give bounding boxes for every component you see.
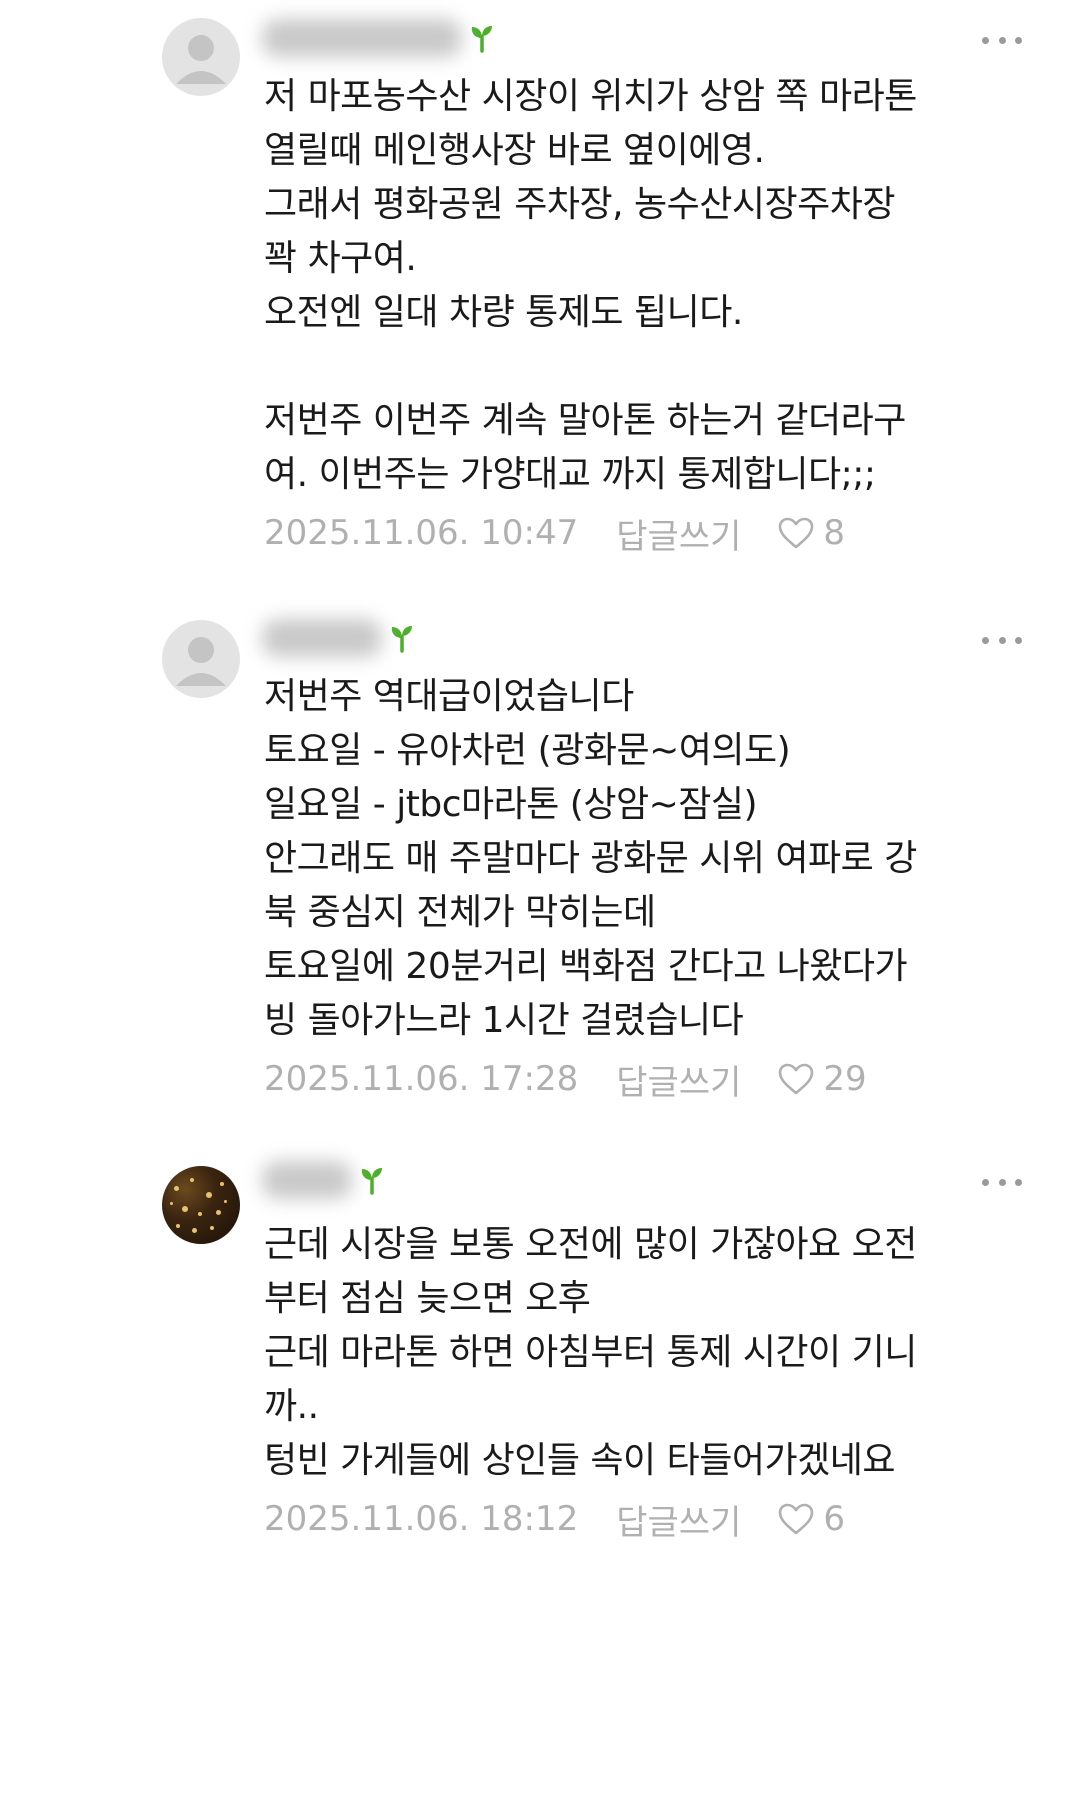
- heart-icon: [779, 517, 814, 549]
- like-count: 6: [823, 1499, 846, 1539]
- nickname-row: blurred-user-3: [262, 1158, 386, 1202]
- default-avatar-icon: [176, 637, 226, 686]
- reply-button[interactable]: 답글쓰기: [616, 1495, 741, 1544]
- avatar[interactable]: [162, 620, 240, 698]
- default-avatar-icon: [176, 35, 226, 84]
- comment-meta: 2025.11.06. 18:12 답글쓰기 6: [264, 1494, 845, 1544]
- comment-text: 저번주 역대급이었습니다 토요일 - 유아차런 (광화문~여의도) 일요일 - …: [264, 676, 917, 1041]
- comment-date: 2025.11.06. 17:28: [264, 1059, 579, 1099]
- comment-text: 저 마포농수산 시장이 위치가 상암 쪽 마라톤 열릴때 메인행사장 바로 옆이…: [264, 76, 917, 495]
- nickname[interactable]: blurred-user-3: [262, 1161, 352, 1199]
- comment-meta: 2025.11.06. 10:47 답글쓰기 8: [264, 508, 845, 558]
- avatar[interactable]: [162, 18, 240, 96]
- like-count: 8: [823, 513, 846, 553]
- like-button[interactable]: 6: [777, 1499, 845, 1539]
- nickname-row: blurred-user-1: [262, 16, 496, 60]
- more-options-icon[interactable]: [982, 1172, 1022, 1192]
- nickname[interactable]: blurred-user-1: [262, 19, 462, 57]
- photo-avatar[interactable]: [162, 1166, 240, 1244]
- comment-date: 2025.11.06. 10:47: [264, 513, 579, 553]
- nickname[interactable]: blurred-user-2: [262, 619, 382, 657]
- comment-text: 근데 시장을 보통 오전에 많이 가잖아요 오전 부터 점심 늦으면 오후 근데…: [264, 1224, 917, 1481]
- comment-date: 2025.11.06. 18:12: [264, 1499, 579, 1539]
- heart-icon: [779, 1503, 814, 1535]
- reply-button[interactable]: 답글쓰기: [616, 509, 741, 558]
- like-button[interactable]: 8: [777, 513, 845, 553]
- more-options-icon[interactable]: [982, 30, 1022, 50]
- comment-meta: 2025.11.06. 17:28 답글쓰기 29: [264, 1054, 867, 1104]
- like-count: 29: [823, 1059, 867, 1099]
- heart-icon: [779, 1063, 814, 1095]
- like-button[interactable]: 29: [777, 1059, 867, 1099]
- more-options-icon[interactable]: [982, 630, 1022, 650]
- reply-button[interactable]: 답글쓰기: [616, 1055, 741, 1104]
- nickname-row: blurred-user-2: [262, 616, 416, 660]
- sprout-icon: [471, 26, 492, 53]
